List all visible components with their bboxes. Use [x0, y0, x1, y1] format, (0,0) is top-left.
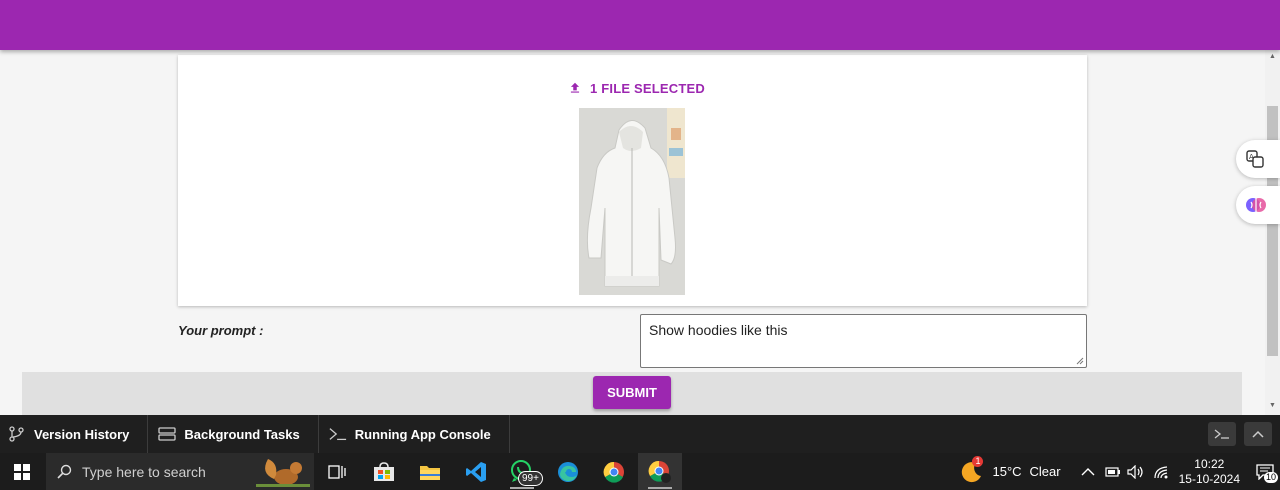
start-button[interactable]	[0, 453, 44, 490]
brain-icon	[1246, 198, 1266, 212]
windows-icon	[14, 463, 30, 480]
upload-file-button[interactable]: 1 FILE SELECTED	[568, 77, 705, 99]
panel-controls	[1208, 422, 1272, 446]
running-app-console-label: Running App Console	[354, 426, 491, 442]
background-tasks-tab[interactable]: Background Tasks	[148, 415, 319, 453]
weather-alert-badge: 1	[972, 455, 984, 467]
server-icon	[158, 427, 177, 441]
chrome-icon	[603, 461, 624, 483]
version-history-tab[interactable]: Version History	[0, 415, 149, 453]
terminal-icon	[329, 428, 346, 441]
show-hidden-icons-icon[interactable]	[1081, 467, 1095, 477]
chrome-profile-icon	[648, 460, 671, 483]
task-view-icon	[328, 464, 346, 479]
prompt-textarea[interactable]: Show hoodies like this	[640, 314, 1087, 368]
app-header-bar	[0, 0, 1280, 50]
upload-card: 1 FILE SELECTED	[178, 55, 1087, 306]
main-content: 1 FILE SELECTED Your prompt : Show hoodi…	[0, 50, 1265, 415]
taskbar-clock[interactable]: 10:22 15-10-2024	[1179, 457, 1240, 487]
translate-button[interactable]: A	[1236, 140, 1280, 178]
chrome-app[interactable]	[592, 453, 636, 490]
scroll-up-icon[interactable]: ▲	[1269, 53, 1276, 60]
clock-date: 15-10-2024	[1178, 471, 1240, 486]
submit-bar: SUBMIT	[22, 372, 1242, 415]
weather-text: Clear	[1029, 464, 1061, 479]
wifi-icon[interactable]	[1153, 465, 1169, 479]
clock-time: 10:22	[1194, 456, 1225, 471]
weather-widget[interactable]: 1	[960, 455, 986, 484]
search-placeholder: Type here to search	[82, 463, 206, 480]
notification-center-button[interactable]: 10	[1250, 453, 1280, 490]
whatsapp-app[interactable]: 99+	[500, 453, 544, 490]
submit-button[interactable]: SUBMIT	[593, 376, 671, 409]
file-explorer-app[interactable]	[408, 453, 452, 490]
system-tray: 1 15°C Clear 10:22 15-10-2024 10	[960, 453, 1280, 490]
ai-assistant-button[interactable]	[1236, 186, 1280, 224]
task-view-button[interactable]	[315, 453, 359, 490]
vscode-icon	[466, 461, 486, 482]
folder-icon	[420, 465, 440, 480]
shell-icon	[1214, 429, 1229, 439]
taskbar-search-box[interactable]: Type here to search	[46, 453, 314, 490]
battery-icon[interactable]	[1105, 466, 1121, 478]
svg-text:A: A	[1249, 153, 1254, 161]
ide-bottom-panel: Version History Background Tasks Running…	[0, 415, 1280, 453]
whatsapp-unread-badge: 99+	[518, 471, 543, 486]
scroll-down-icon[interactable]: ▼	[1269, 402, 1276, 409]
microsoft-store-app[interactable]	[362, 453, 406, 490]
temperature-text: 15°C	[992, 464, 1022, 479]
notification-count-badge: 10	[1264, 472, 1279, 483]
uploaded-image-preview	[579, 108, 685, 295]
edge-icon	[558, 461, 578, 482]
background-tasks-label: Background Tasks	[184, 426, 300, 442]
edge-app[interactable]	[546, 453, 590, 490]
translate-icon: A	[1246, 150, 1264, 168]
branch-icon	[9, 426, 24, 442]
squirrel-icon	[256, 459, 310, 487]
chrome-profile-app[interactable]	[638, 453, 682, 490]
prompt-text: Show hoodies like this	[649, 322, 788, 338]
version-history-label: Version History	[34, 426, 130, 442]
prompt-label: Your prompt :	[178, 323, 264, 338]
running-app-console-tab[interactable]: Running App Console	[319, 415, 510, 453]
vscode-app[interactable]	[454, 453, 498, 490]
shell-button[interactable]	[1208, 422, 1236, 446]
windows-taskbar: Type here to search 99+ 1 15°C Clear 10:…	[0, 453, 1280, 490]
store-icon	[374, 461, 394, 481]
chevron-up-icon	[1252, 430, 1264, 438]
expand-panel-button[interactable]	[1244, 422, 1272, 446]
volume-icon[interactable]	[1127, 464, 1145, 479]
resize-handle-icon[interactable]	[1076, 357, 1084, 365]
upload-icon	[570, 82, 580, 93]
page-scrollbar[interactable]: ▲ ▼	[1265, 50, 1280, 415]
upload-status-label: 1 FILE SELECTED	[590, 80, 705, 96]
search-icon	[57, 464, 72, 479]
